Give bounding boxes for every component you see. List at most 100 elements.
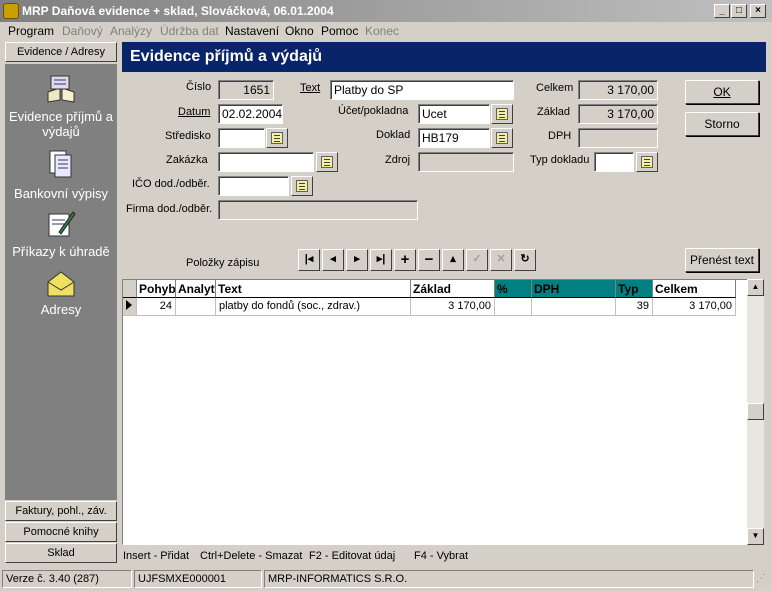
col-zaklad[interactable]: Základ <box>411 280 495 298</box>
col-celkem[interactable]: Celkem <box>653 280 736 298</box>
hint-insert: Insert - Přidat <box>123 550 190 562</box>
nav-prikazy-k-uhrade[interactable]: Příkazy k úhradě <box>5 244 117 259</box>
typ-dokladu-picker-button[interactable] <box>636 152 658 172</box>
typ-dokladu-field[interactable] <box>594 152 634 172</box>
list-picker-icon <box>296 180 308 192</box>
stredisko-field[interactable] <box>218 128 265 148</box>
menu-danovy[interactable]: Daňový <box>62 24 103 38</box>
ico-field[interactable] <box>218 176 289 196</box>
nav-panel: Evidence příjmů a výdajů Bankovní výpisy… <box>5 64 117 500</box>
cell-typ[interactable]: 39 <box>616 298 653 316</box>
post-record-button[interactable]: ✓ <box>466 249 488 271</box>
polozky-zapisu-label: Položky zápisu <box>186 257 260 269</box>
cell-percent[interactable] <box>495 298 532 316</box>
scroll-up-button[interactable]: ▲ <box>747 279 764 296</box>
ucet-label: Účet/pokladna <box>338 105 409 117</box>
list-picker-icon <box>496 132 508 144</box>
title-bar: MRP Daňová evidence + sklad, Slováčková,… <box>0 0 772 22</box>
menu-nastaveni[interactable]: Nastavení <box>225 24 279 38</box>
cell-analyt[interactable] <box>176 298 216 316</box>
cell-dph[interactable] <box>532 298 616 316</box>
tab-pomocne-knihy[interactable]: Pomocné knihy <box>5 522 117 542</box>
datum-label: Datum <box>178 106 211 118</box>
prenest-text-button[interactable]: Přenést text <box>685 248 759 272</box>
current-row-indicator <box>123 298 137 316</box>
ucet-field[interactable]: Ucet <box>418 104 490 124</box>
maximize-button[interactable]: □ <box>731 4 747 18</box>
doklad-label: Doklad <box>376 129 411 141</box>
grid-scrollbar[interactable]: ▲ ▼ <box>747 279 764 545</box>
ico-label: IČO dod./odběr. <box>132 178 210 190</box>
cell-text[interactable]: platby do fondů (soc., zdrav.) <box>216 298 411 316</box>
text-field[interactable]: Platby do SP <box>330 80 514 100</box>
cell-pohyb[interactable]: 24 <box>137 298 176 316</box>
tab-evidence-adresy[interactable]: Evidence / Adresy <box>5 42 117 62</box>
menu-program[interactable]: Program <box>8 24 54 38</box>
col-text[interactable]: Text <box>216 280 411 298</box>
menu-analyzy[interactable]: Analýzy <box>110 24 152 38</box>
cell-zaklad[interactable]: 3 170,00 <box>411 298 495 316</box>
col-percent[interactable]: % <box>495 280 532 298</box>
zakazka-picker-button[interactable] <box>316 152 338 172</box>
cancel-record-button[interactable]: ✕ <box>490 249 512 271</box>
dph-label: DPH <box>548 130 572 142</box>
menu-pomoc[interactable]: Pomoc <box>321 24 358 38</box>
items-grid[interactable]: Pohyb Analyt Text Základ % DPH Typ Celke… <box>122 279 764 545</box>
status-license: UJFSMXE000001 <box>134 570 262 588</box>
row-pointer-icon <box>126 300 132 310</box>
delete-record-button[interactable]: − <box>418 249 440 271</box>
dph-field <box>578 128 658 148</box>
nav-bankovni-vypisy[interactable]: Bankovní výpisy <box>5 186 117 201</box>
left-navigation: Evidence / Adresy Evidence příjmů a výda… <box>5 42 117 566</box>
scroll-down-button[interactable]: ▼ <box>747 528 764 545</box>
datum-field[interactable]: 02.02.2004 <box>218 104 283 124</box>
status-company: MRP-INFORMATICS S.R.O. <box>264 570 754 588</box>
stredisko-label: Středisko <box>165 130 211 142</box>
menu-konec[interactable]: Konec <box>365 24 399 38</box>
prev-record-button[interactable]: ◂ <box>322 249 344 271</box>
col-pohyb[interactable]: Pohyb <box>137 280 176 298</box>
zaklad-label: Základ <box>537 106 571 118</box>
documents-icon <box>49 150 72 178</box>
resize-grip-icon[interactable]: ⋰ <box>756 574 770 588</box>
col-analyt[interactable]: Analyt <box>176 280 216 298</box>
edit-record-button[interactable]: ▴ <box>442 249 464 271</box>
last-record-button[interactable]: ▸| <box>370 249 392 271</box>
minimize-button[interactable]: _ <box>714 4 730 18</box>
list-picker-icon <box>496 108 508 120</box>
zdroj-label: Zdroj <box>385 154 411 166</box>
tab-sklad[interactable]: Sklad <box>5 543 117 563</box>
window-title: MRP Daňová evidence + sklad, Slováčková,… <box>22 4 334 18</box>
first-record-button[interactable]: |◂ <box>298 249 320 271</box>
nav-adresy[interactable]: Adresy <box>5 302 117 317</box>
col-dph[interactable]: DPH <box>532 280 616 298</box>
menu-udrzba-dat[interactable]: Údržba dat <box>160 24 219 38</box>
cell-celkem[interactable]: 3 170,00 <box>653 298 736 316</box>
ucet-picker-button[interactable] <box>491 104 513 124</box>
stredisko-picker-button[interactable] <box>266 128 288 148</box>
keyboard-hints: Insert - Přidat Ctrl+Delete - Smazat F2 … <box>122 548 764 564</box>
doklad-picker-button[interactable] <box>491 128 513 148</box>
row-indicator-header <box>123 280 137 298</box>
add-record-button[interactable]: + <box>394 249 416 271</box>
ico-picker-button[interactable] <box>291 176 313 196</box>
hint-select: F4 - Vybrat <box>414 550 468 562</box>
ok-button[interactable]: OK <box>685 80 759 104</box>
text-label: Text <box>300 82 321 94</box>
app-icon <box>3 3 19 19</box>
tab-faktury[interactable]: Faktury, pohl., záv. <box>5 501 117 521</box>
hint-edit: F2 - Editovat údaj <box>309 550 396 562</box>
cislo-field: 1651 <box>218 80 274 100</box>
close-button[interactable]: × <box>750 4 766 18</box>
page-header: Evidence příjmů a výdajů <box>122 42 766 72</box>
doklad-field[interactable]: HB179 <box>418 128 490 148</box>
menu-okno[interactable]: Okno <box>285 24 314 38</box>
next-record-button[interactable]: ▸ <box>346 249 368 271</box>
celkem-field: 3 170,00 <box>578 80 658 100</box>
storno-button[interactable]: Storno <box>685 112 759 136</box>
zakazka-field[interactable] <box>218 152 314 172</box>
refresh-button[interactable]: ↻ <box>514 249 536 271</box>
nav-evidence-prijmu-a-vydaju[interactable]: Evidence příjmů a výdajů <box>5 109 117 139</box>
scroll-thumb[interactable] <box>747 403 764 420</box>
col-typ[interactable]: Typ <box>616 280 653 298</box>
